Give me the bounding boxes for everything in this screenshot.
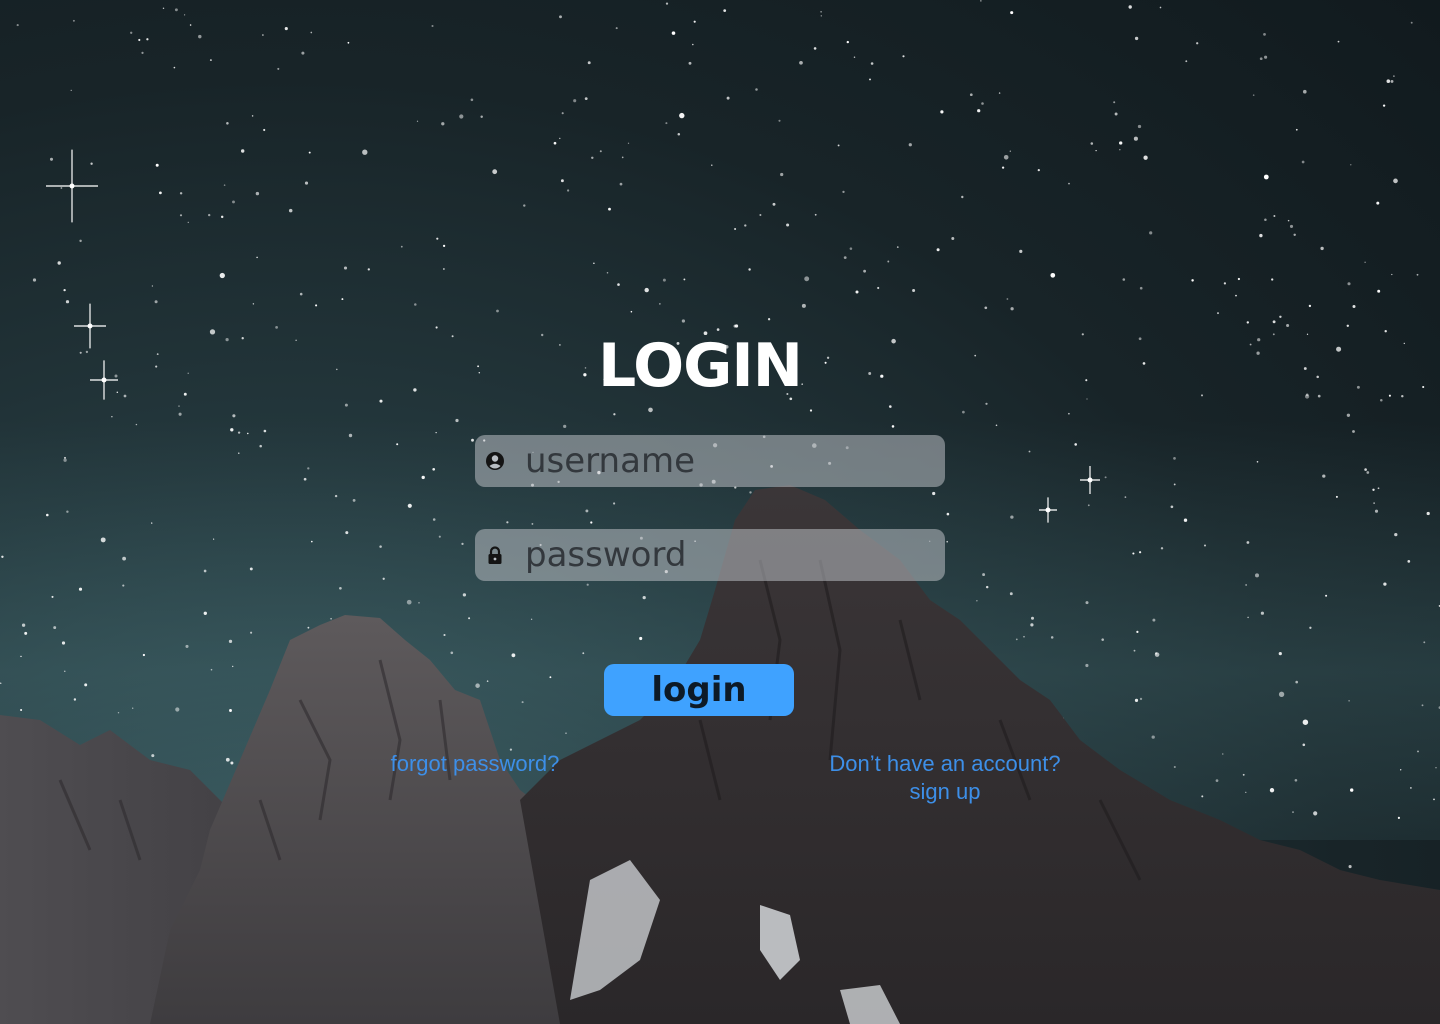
signup-prompt: Don’t have an account? sign up	[800, 750, 1090, 806]
password-field[interactable]	[475, 529, 945, 581]
username-input[interactable]	[525, 435, 925, 487]
page-title: LOGIN	[598, 331, 803, 401]
user-circle-icon	[486, 452, 504, 470]
login-page: LOGIN login forgot password? Don’t have …	[0, 0, 1440, 1024]
forgot-password-link[interactable]: forgot password?	[370, 750, 580, 778]
sign-up-link[interactable]: sign up	[800, 778, 1090, 806]
login-button[interactable]: login	[604, 664, 794, 716]
no-account-text: Don’t have an account?	[829, 751, 1061, 776]
password-input[interactable]	[525, 529, 925, 581]
lock-icon	[488, 546, 502, 564]
username-field[interactable]	[475, 435, 945, 487]
mountain-background-image	[0, 485, 1440, 1024]
